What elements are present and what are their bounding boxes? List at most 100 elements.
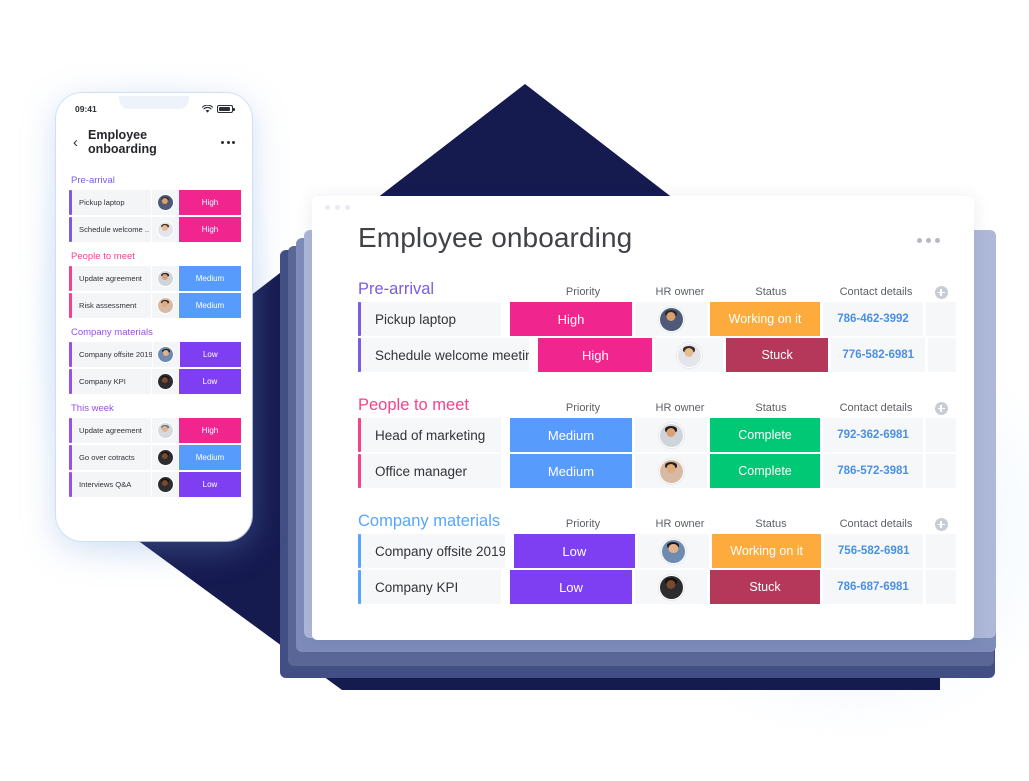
avatar[interactable] bbox=[156, 476, 174, 493]
contact-details-cell[interactable]: 776-582-6981 bbox=[831, 338, 925, 372]
avatar[interactable] bbox=[658, 422, 684, 448]
phone-group-title[interactable]: Pre-arrival bbox=[71, 175, 241, 186]
hr-owner-cell[interactable] bbox=[635, 454, 707, 488]
phone-priority-cell[interactable]: Low bbox=[179, 472, 241, 497]
priority-cell[interactable]: High bbox=[510, 302, 632, 336]
avatar[interactable] bbox=[156, 194, 174, 211]
phone-priority-cell[interactable]: Medium bbox=[179, 445, 241, 470]
phone-item-name[interactable]: Pickup laptop bbox=[72, 190, 151, 215]
add-column-icon[interactable] bbox=[934, 518, 948, 531]
phone-hr-owner-cell[interactable] bbox=[152, 342, 179, 367]
table-row[interactable]: Company offsite 2019 Low Working on it 756-… bbox=[358, 534, 956, 568]
avatar[interactable] bbox=[658, 574, 684, 600]
avatar[interactable] bbox=[660, 538, 686, 564]
row-item-name[interactable]: Schedule welcome meetin.. bbox=[361, 338, 530, 372]
table-row[interactable]: Company KPI Low Stuck 786-687-6981 bbox=[358, 570, 956, 604]
avatar[interactable] bbox=[156, 373, 174, 390]
phone-list-item[interactable]: Company offsite 2019 Low bbox=[69, 342, 241, 367]
back-icon[interactable]: ‹ bbox=[73, 135, 78, 150]
table-row[interactable]: Head of marketing Medium Complete 792-362-6… bbox=[358, 418, 956, 452]
phone-item-name[interactable]: Update agreement bbox=[72, 266, 151, 291]
avatar[interactable] bbox=[676, 342, 702, 368]
phone-hr-owner-cell[interactable] bbox=[152, 445, 178, 470]
row-item-name[interactable]: Company KPI bbox=[361, 570, 501, 604]
hr-owner-cell[interactable] bbox=[635, 302, 707, 336]
phone-list-item[interactable]: Update agreement High bbox=[69, 418, 241, 443]
add-column-icon[interactable] bbox=[934, 286, 948, 299]
phone-priority-cell[interactable]: High bbox=[179, 190, 241, 215]
column-header-status[interactable]: Status bbox=[716, 285, 826, 299]
contact-details-cell[interactable]: 792-362-6981 bbox=[823, 418, 923, 452]
phone-list-item[interactable]: Company KPI Low bbox=[69, 369, 241, 394]
avatar[interactable] bbox=[658, 458, 684, 484]
contact-details-cell[interactable]: 786-687-6981 bbox=[823, 570, 923, 604]
hr-owner-cell[interactable] bbox=[635, 570, 707, 604]
column-header-contact-details[interactable]: Contact details bbox=[826, 401, 926, 415]
column-header-status[interactable]: Status bbox=[716, 517, 826, 531]
add-column-icon[interactable] bbox=[934, 402, 948, 415]
table-row[interactable]: Schedule welcome meetin.. High Stuck 776-58… bbox=[358, 338, 956, 372]
avatar[interactable] bbox=[658, 306, 684, 332]
column-header-hr-owner[interactable]: HR owner bbox=[644, 517, 716, 531]
phone-hr-owner-cell[interactable] bbox=[152, 190, 178, 215]
status-cell[interactable]: Stuck bbox=[725, 338, 829, 372]
status-cell[interactable]: Complete bbox=[710, 418, 820, 452]
status-cell[interactable]: Complete bbox=[710, 454, 820, 488]
phone-priority-cell[interactable]: Medium bbox=[179, 266, 241, 291]
phone-group-title[interactable]: People to meet bbox=[71, 251, 241, 262]
phone-priority-cell[interactable]: Medium bbox=[179, 293, 241, 318]
column-header-hr-owner[interactable]: HR owner bbox=[644, 401, 716, 415]
avatar[interactable] bbox=[156, 270, 174, 287]
priority-cell[interactable]: Low bbox=[513, 534, 635, 568]
row-item-name[interactable]: Company offsite 2019 bbox=[361, 534, 505, 568]
phone-hr-owner-cell[interactable] bbox=[152, 472, 178, 497]
phone-item-name[interactable]: Update agreement bbox=[72, 418, 151, 443]
avatar[interactable] bbox=[156, 221, 174, 238]
avatar[interactable] bbox=[157, 346, 175, 363]
phone-group-title[interactable]: Company materials bbox=[71, 327, 241, 338]
avatar[interactable] bbox=[156, 449, 174, 466]
table-row[interactable]: Pickup laptop High Working on it 786-462-39… bbox=[358, 302, 956, 336]
phone-list-item[interactable]: Schedule welcome .. High bbox=[69, 217, 241, 242]
phone-hr-owner-cell[interactable] bbox=[152, 293, 178, 318]
phone-list-item[interactable]: Risk assessment Medium bbox=[69, 293, 241, 318]
hr-owner-cell[interactable] bbox=[655, 338, 723, 372]
more-options-icon[interactable] bbox=[917, 222, 940, 243]
phone-item-name[interactable]: Interviews Q&A bbox=[72, 472, 151, 497]
phone-item-name[interactable]: Risk assessment bbox=[72, 293, 151, 318]
phone-hr-owner-cell[interactable] bbox=[152, 369, 178, 394]
phone-list-item[interactable]: Interviews Q&A Low bbox=[69, 472, 241, 497]
status-cell[interactable]: Stuck bbox=[710, 570, 820, 604]
phone-more-options-icon[interactable] bbox=[221, 140, 235, 144]
contact-details-cell[interactable]: 786-462-3992 bbox=[823, 302, 923, 336]
phone-hr-owner-cell[interactable] bbox=[152, 418, 178, 443]
table-row[interactable]: Office manager Medium Complete 786-572-3981 bbox=[358, 454, 956, 488]
column-header-priority[interactable]: Priority bbox=[522, 285, 644, 299]
contact-details-cell[interactable]: 756-582-6981 bbox=[824, 534, 924, 568]
phone-list-item[interactable]: Go over cotracts Medium bbox=[69, 445, 241, 470]
column-header-contact-details[interactable]: Contact details bbox=[826, 285, 926, 299]
phone-priority-cell[interactable]: High bbox=[179, 418, 241, 443]
row-item-name[interactable]: Head of marketing bbox=[361, 418, 501, 452]
group-title[interactable]: Pre-arrival bbox=[358, 280, 434, 299]
phone-item-name[interactable]: Go over cotracts bbox=[72, 445, 151, 470]
avatar[interactable] bbox=[156, 297, 174, 314]
phone-list-item[interactable]: Pickup laptop High bbox=[69, 190, 241, 215]
column-header-status[interactable]: Status bbox=[716, 401, 826, 415]
hr-owner-cell[interactable] bbox=[635, 418, 707, 452]
phone-item-name[interactable]: Company KPI bbox=[72, 369, 151, 394]
row-item-name[interactable]: Office manager bbox=[361, 454, 501, 488]
phone-hr-owner-cell[interactable] bbox=[152, 217, 178, 242]
group-title[interactable]: People to meet bbox=[358, 396, 469, 415]
phone-hr-owner-cell[interactable] bbox=[152, 266, 178, 291]
row-item-name[interactable]: Pickup laptop bbox=[361, 302, 501, 336]
phone-item-name[interactable]: Schedule welcome .. bbox=[72, 217, 151, 242]
priority-cell[interactable]: Low bbox=[510, 570, 632, 604]
phone-item-name[interactable]: Company offsite 2019 bbox=[72, 342, 152, 367]
column-header-priority[interactable]: Priority bbox=[522, 517, 644, 531]
phone-list-item[interactable]: Update agreement Medium bbox=[69, 266, 241, 291]
column-header-hr-owner[interactable]: HR owner bbox=[644, 285, 716, 299]
phone-priority-cell[interactable]: Low bbox=[179, 369, 241, 394]
phone-group-title[interactable]: This week bbox=[71, 403, 241, 414]
column-header-contact-details[interactable]: Contact details bbox=[826, 517, 926, 531]
